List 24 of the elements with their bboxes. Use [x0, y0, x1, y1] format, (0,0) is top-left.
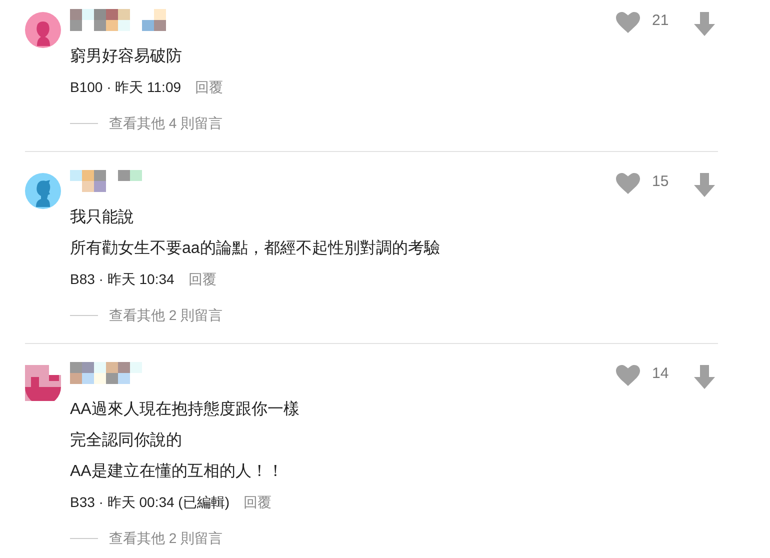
heart-icon[interactable]: [616, 173, 640, 194]
down-arrow-icon[interactable]: [694, 12, 715, 36]
like-count: 14: [652, 365, 670, 382]
like-count: 21: [652, 12, 670, 29]
reply-link[interactable]: 回覆: [244, 494, 272, 512]
comment-meta: B83 · 昨天 10:34: [70, 270, 174, 288]
more-replies-link[interactable]: 查看其他 2 則留言: [109, 306, 223, 324]
comment-text: 窮男好容易破防: [70, 46, 183, 67]
down-arrow-icon[interactable]: [694, 365, 715, 389]
comment-text: AA過來人現在抱持態度跟你一樣: [70, 400, 300, 420]
down-arrow-icon[interactable]: [694, 173, 715, 197]
comment-text: AA是建立在懂的互相的人！！: [70, 462, 284, 482]
heart-icon[interactable]: [616, 12, 640, 33]
comment-meta: B33 · 昨天 00:34 (已編輯): [70, 494, 230, 512]
comment-text: 完全認同你說的: [70, 430, 183, 451]
more-replies-link[interactable]: 查看其他 2 則留言: [109, 530, 223, 548]
reply-link[interactable]: 回覆: [188, 270, 216, 288]
comment-text: 我只能說: [70, 208, 135, 228]
like-count: 15: [652, 173, 670, 190]
comment-meta: B100 · 昨天 11:09: [70, 78, 182, 96]
heart-icon[interactable]: [616, 365, 640, 386]
more-replies-link[interactable]: 查看其他 4 則留言: [109, 114, 223, 132]
reply-link[interactable]: 回覆: [195, 78, 224, 96]
comment-text: 所有勸女生不要aa的論點，都經不起性別對調的考驗: [70, 238, 441, 259]
